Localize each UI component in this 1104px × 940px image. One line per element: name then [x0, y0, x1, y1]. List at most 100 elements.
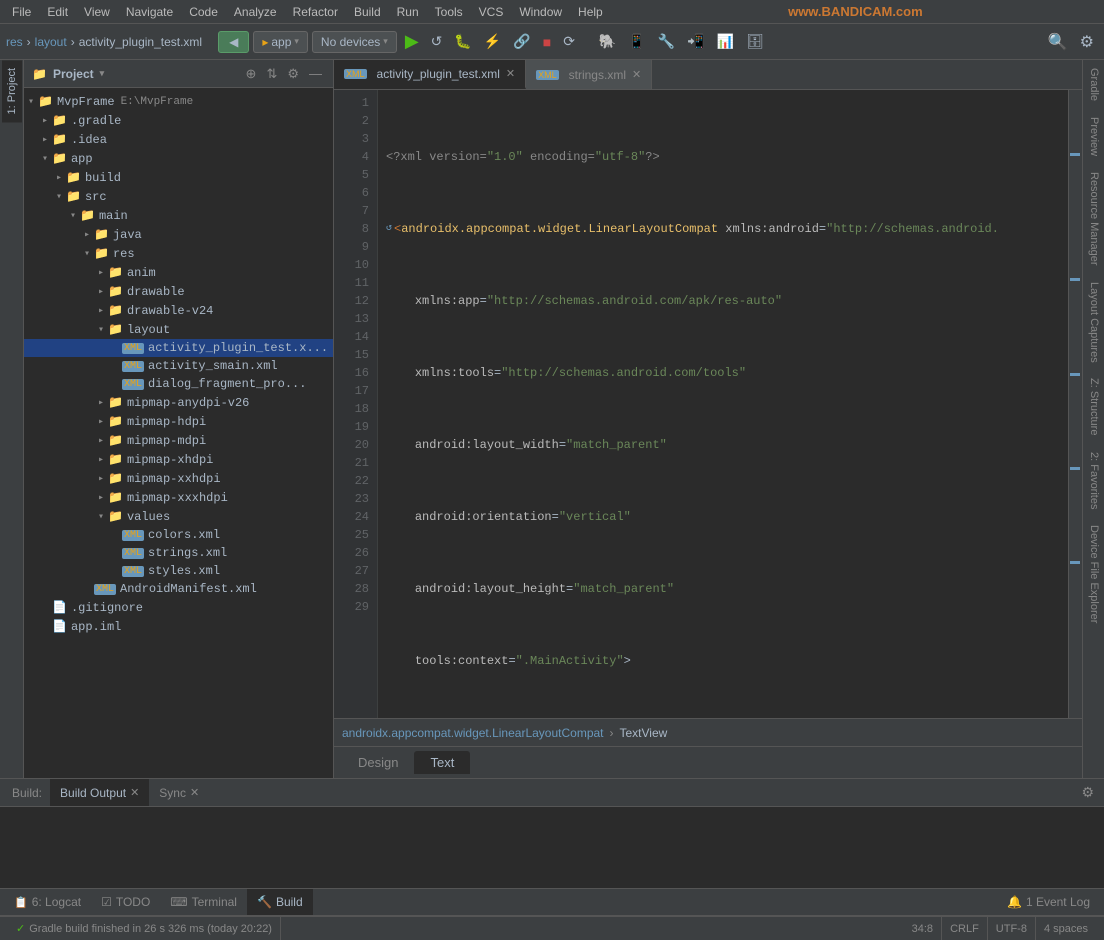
tree-dialog-fragment[interactable]: XML dialog_fragment_pro...	[24, 375, 333, 393]
tab-build[interactable]: 🔨 Build	[247, 889, 313, 915]
tree-drawable[interactable]: ▸ 📁 drawable	[24, 282, 333, 301]
tree-mipmap-xxxhdpi[interactable]: ▸ 📁 mipmap-xxxhdpi	[24, 488, 333, 507]
sidebar-tab-project[interactable]: 1: Project	[2, 60, 22, 122]
tree-java[interactable]: ▸ 📁 java	[24, 225, 333, 244]
tab-event-log[interactable]: 🔔 1 Event Log	[997, 889, 1100, 915]
breadcrumb-layout[interactable]: layout	[35, 35, 67, 49]
debug-button[interactable]: 🐛	[450, 31, 475, 52]
gradle-button[interactable]: 🐘	[595, 31, 620, 52]
panel-minimize-btn[interactable]: —	[306, 65, 325, 83]
tree-mipmap-anydpi[interactable]: ▸ 📁 mipmap-anydpi-v26	[24, 393, 333, 412]
tab-strings-xml[interactable]: XML strings.xml ✕	[526, 60, 652, 89]
sdk-button[interactable]: 🔧	[654, 31, 679, 52]
profile-button[interactable]: ⚡	[480, 31, 505, 52]
menu-navigate[interactable]: Navigate	[118, 3, 181, 21]
panel-add-btn[interactable]: ⊕	[243, 65, 260, 83]
back-btn[interactable]: ◀	[218, 31, 249, 53]
menu-refactor[interactable]: Refactor	[285, 3, 346, 21]
menu-vcs[interactable]: VCS	[471, 3, 512, 21]
app-dropdown[interactable]: ▸ app ▾	[253, 31, 308, 53]
tab2-close-icon[interactable]: ✕	[632, 68, 641, 81]
breadcrumb-linear-layout[interactable]: androidx.appcompat.widget.LinearLayoutCo…	[342, 726, 604, 740]
attach-button[interactable]: 🔗	[509, 31, 534, 52]
tree-colors-xml[interactable]: XML colors.xml	[24, 526, 333, 544]
build-label: build	[85, 171, 121, 185]
right-tab-layout-captures[interactable]: Layout Captures	[1083, 274, 1104, 371]
device-chevron-icon: ▾	[383, 36, 388, 47]
tree-styles-xml[interactable]: XML styles.xml	[24, 562, 333, 580]
build-output-close-icon[interactable]: ✕	[130, 786, 139, 799]
bottom-settings-icon[interactable]: ⚙	[1075, 782, 1100, 803]
menu-tools[interactable]: Tools	[427, 3, 471, 21]
tree-drawable-v24[interactable]: ▸ 📁 drawable-v24	[24, 301, 333, 320]
menu-run[interactable]: Run	[389, 3, 427, 21]
tree-res[interactable]: ▾ 📁 res	[24, 244, 333, 263]
tab-build-output[interactable]: Build Output ✕	[50, 779, 149, 806]
tab-terminal[interactable]: ⌨ Terminal	[160, 889, 247, 915]
menu-analyze[interactable]: Analyze	[226, 3, 285, 21]
tree-mipmap-xhdpi[interactable]: ▸ 📁 mipmap-xhdpi	[24, 450, 333, 469]
tree-values[interactable]: ▾ 📁 values	[24, 507, 333, 526]
sync-button[interactable]: ⟳	[559, 31, 579, 52]
tree-gitignore[interactable]: ▸ 📄 .gitignore	[24, 598, 333, 617]
tree-mipmap-xxhdpi[interactable]: ▸ 📁 mipmap-xxhdpi	[24, 469, 333, 488]
menu-edit[interactable]: Edit	[39, 3, 76, 21]
profiler-button[interactable]: 📊	[713, 31, 738, 52]
device-dropdown[interactable]: No devices ▾	[312, 31, 397, 53]
search-button[interactable]: 🔍	[1044, 30, 1072, 54]
tab-design[interactable]: Design	[342, 751, 414, 774]
right-tab-favorites[interactable]: 2: Favorites	[1083, 444, 1104, 517]
tree-strings-xml[interactable]: XML strings.xml	[24, 544, 333, 562]
sync-close-icon[interactable]: ✕	[190, 786, 199, 799]
tree-app-iml[interactable]: ▸ 📄 app.iml	[24, 617, 333, 636]
panel-gear-icon[interactable]: ⚙	[284, 65, 302, 83]
tree-app[interactable]: ▾ 📁 app	[24, 149, 333, 168]
status-line-sep[interactable]: CRLF	[942, 917, 988, 940]
right-tab-structure[interactable]: Z: Structure	[1083, 370, 1104, 443]
tree-src[interactable]: ▾ 📁 src	[24, 187, 333, 206]
tab-logcat[interactable]: 📋 6: Logcat	[4, 889, 91, 915]
tab-text[interactable]: Text	[414, 751, 470, 774]
tab-activity-plugin-test[interactable]: XML activity_plugin_test.xml ✕	[334, 60, 526, 89]
tab-todo[interactable]: ☑ TODO	[91, 889, 160, 915]
right-tab-preview[interactable]: Preview	[1083, 109, 1104, 164]
menu-view[interactable]: View	[76, 3, 118, 21]
menu-file[interactable]: File	[4, 3, 39, 21]
tree-anim[interactable]: ▸ 📁 anim	[24, 263, 333, 282]
tree-android-manifest[interactable]: XML AndroidManifest.xml	[24, 580, 333, 598]
menu-build[interactable]: Build	[346, 3, 389, 21]
menu-code[interactable]: Code	[181, 3, 226, 21]
code-content[interactable]: <?xml version="1.0" encoding="utf-8"?> ↺…	[378, 90, 1068, 718]
breadcrumb-res[interactable]: res	[6, 35, 23, 49]
tree-idea[interactable]: ▸ 📁 .idea	[24, 130, 333, 149]
line5-content: android:layout_width="match_parent"	[386, 436, 667, 454]
menu-window[interactable]: Window	[511, 3, 570, 21]
stop-button[interactable]: ■	[539, 32, 555, 52]
menu-help[interactable]: Help	[570, 3, 611, 21]
tree-gradle[interactable]: ▸ 📁 .gradle	[24, 111, 333, 130]
avd-button[interactable]: 📱	[624, 31, 649, 52]
tree-mipmap-hdpi[interactable]: ▸ 📁 mipmap-hdpi	[24, 412, 333, 431]
right-tab-resource-manager[interactable]: Resource Manager	[1083, 164, 1104, 274]
device-manager[interactable]: 📲	[683, 31, 708, 52]
settings-gear-icon[interactable]: ⚙	[1076, 30, 1098, 54]
tree-activity-plugin-test[interactable]: XML activity_plugin_test.x...	[24, 339, 333, 357]
tree-activity-smain[interactable]: XML activity_smain.xml	[24, 357, 333, 375]
tab-sync[interactable]: Sync ✕	[149, 779, 209, 806]
status-indent[interactable]: 4 spaces	[1036, 917, 1096, 940]
code-line-2: ↺ <androidx.appcompat.widget.LinearLayou…	[386, 220, 1060, 238]
tree-root[interactable]: ▾ 📁 MvpFrame E:\MvpFrame	[24, 92, 333, 111]
tree-build[interactable]: ▸ 📁 build	[24, 168, 333, 187]
tab1-close-icon[interactable]: ✕	[506, 67, 515, 80]
run-button[interactable]: ▶	[401, 29, 423, 54]
tree-mipmap-mdpi[interactable]: ▸ 📁 mipmap-mdpi	[24, 431, 333, 450]
status-encoding[interactable]: UTF-8	[988, 917, 1036, 940]
right-tab-gradle[interactable]: Gradle	[1083, 60, 1104, 109]
panel-sync-btn[interactable]: ⇅	[263, 65, 280, 83]
code-editor[interactable]: 1 2 3 4 5 6 7 8 9 10 11 12 13 14 15 16 1…	[334, 90, 1082, 718]
tree-main[interactable]: ▾ 📁 main	[24, 206, 333, 225]
right-tab-device-file-explorer[interactable]: Device File Explorer	[1083, 517, 1104, 631]
tree-layout[interactable]: ▾ 📁 layout	[24, 320, 333, 339]
db-button[interactable]: 🗄	[742, 31, 768, 52]
rebuild-button[interactable]: ↺	[427, 31, 447, 52]
